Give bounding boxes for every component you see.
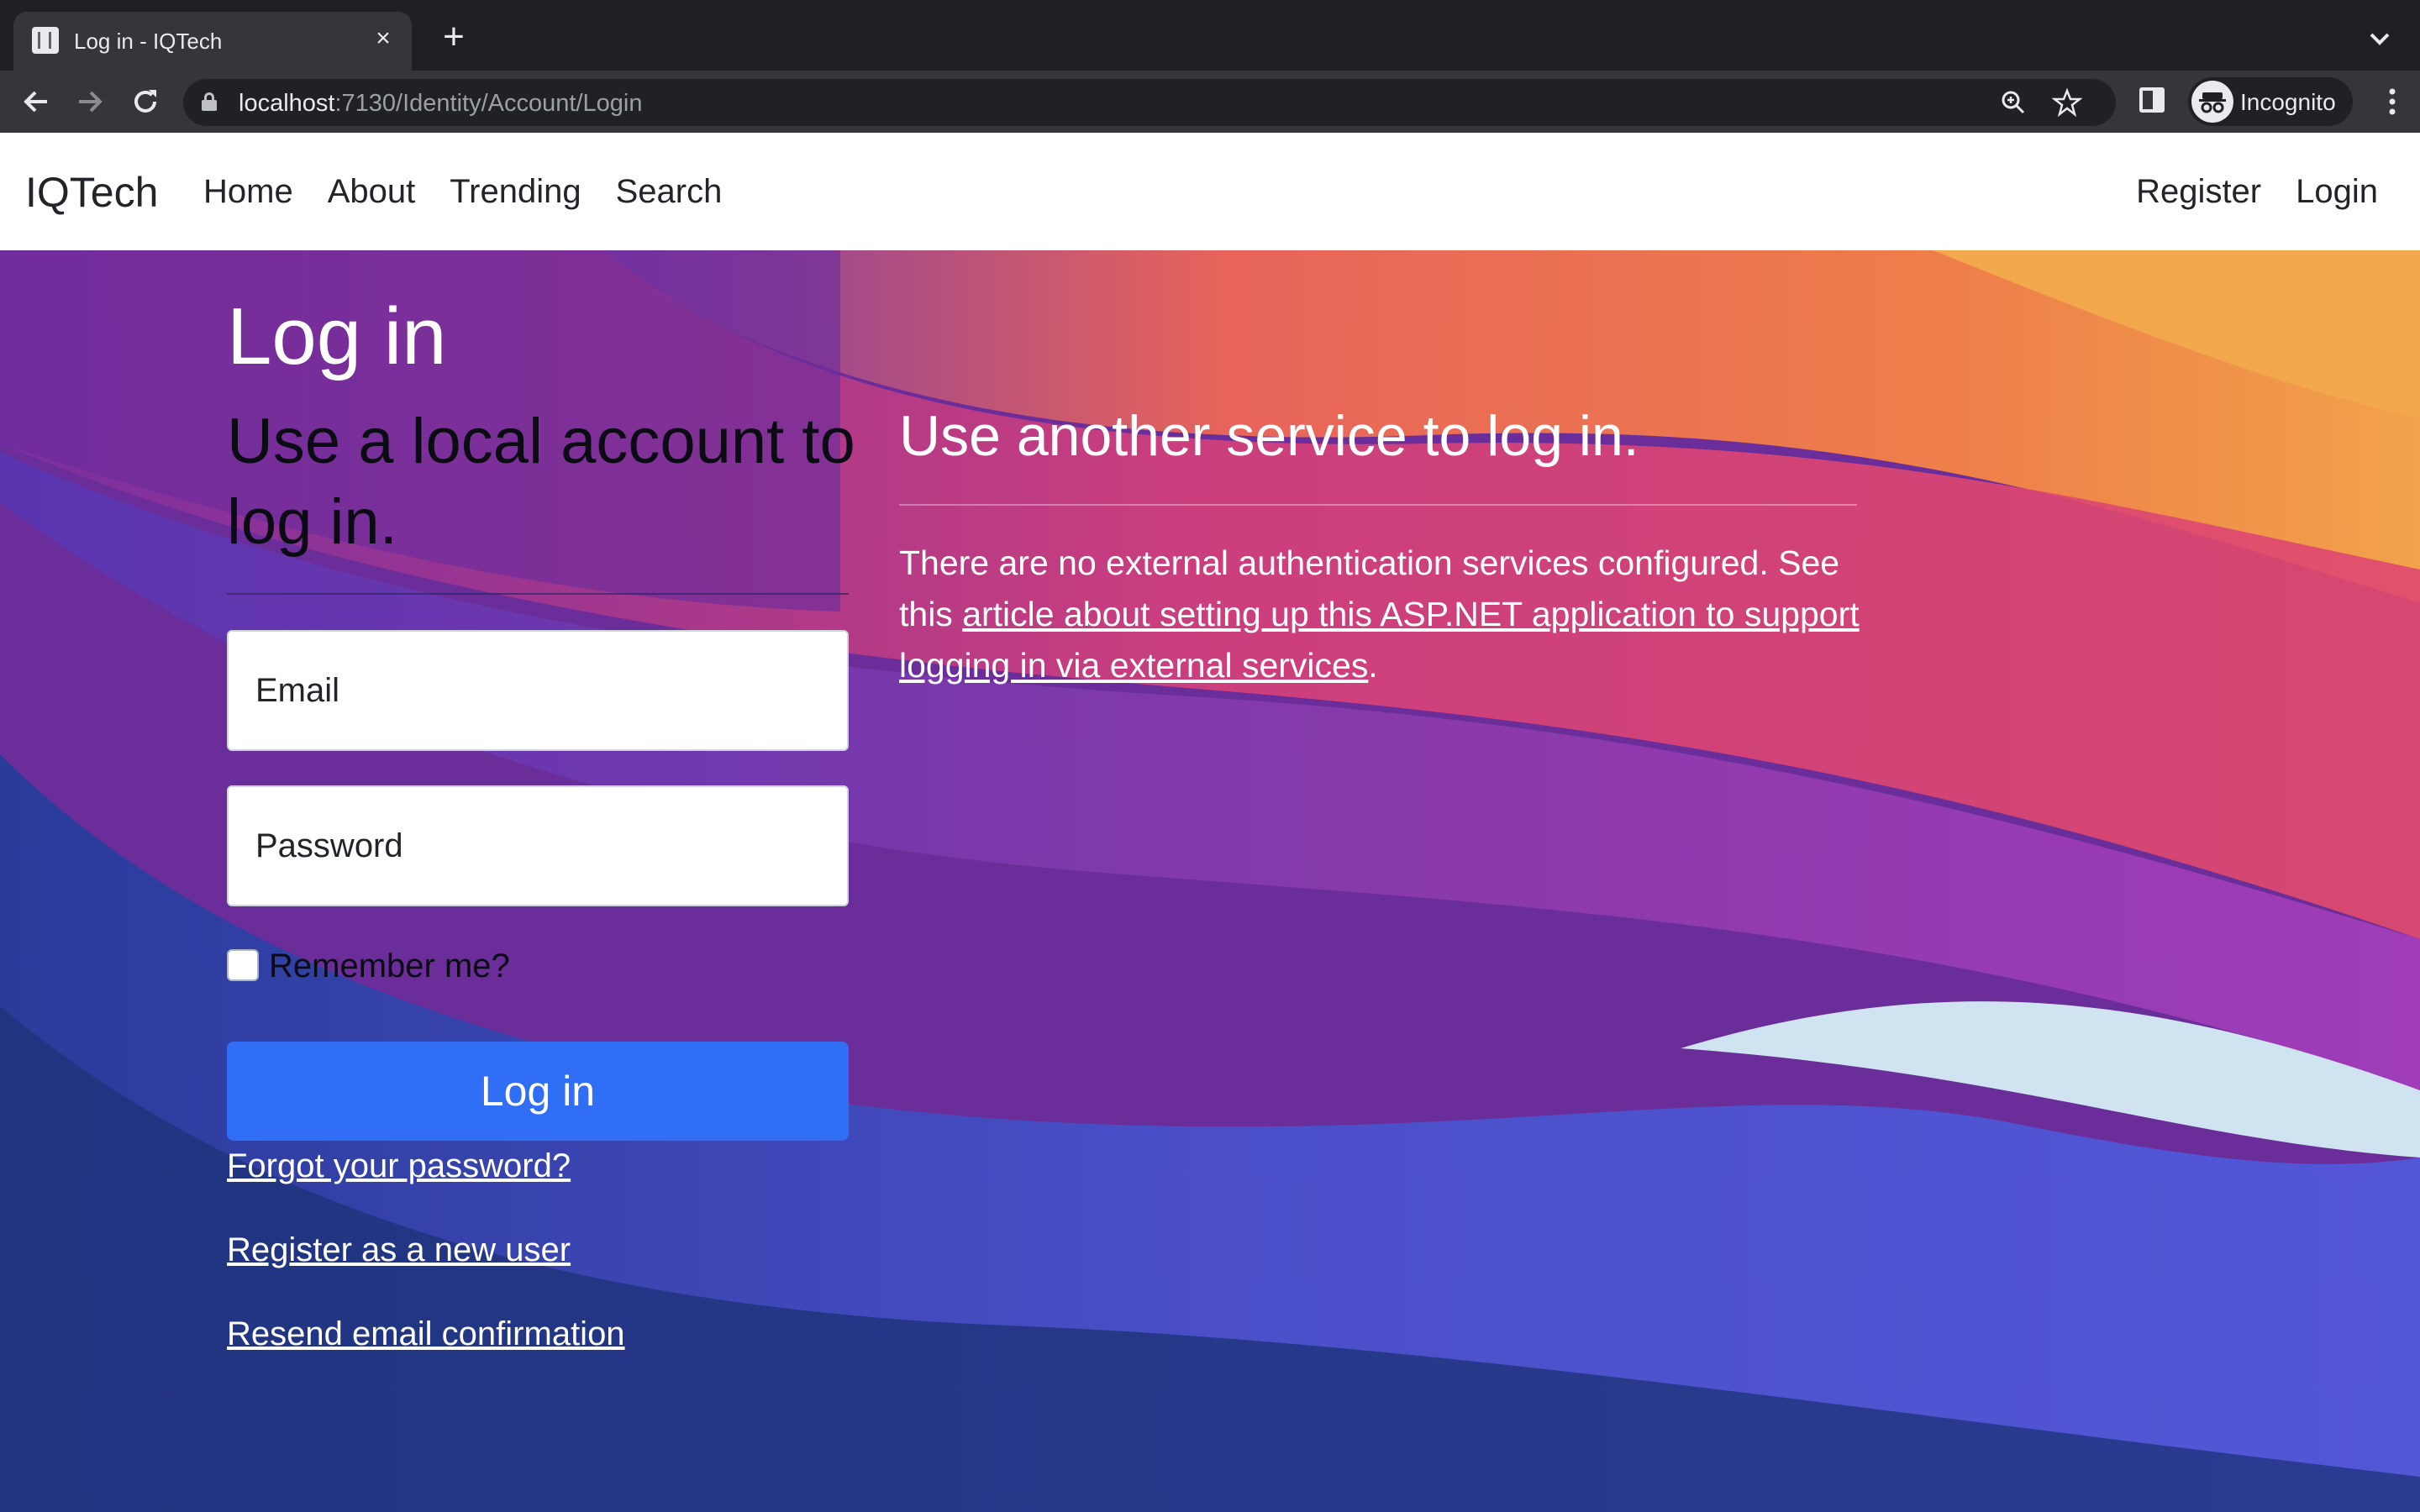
nav-link-register[interactable]: Register	[2136, 173, 2261, 211]
nav-link-home[interactable]: Home	[203, 173, 293, 211]
tab-strip: Log in - IQTech × +	[0, 0, 2420, 71]
url-text[interactable]: localhost:7130/Identity/Account/Login	[239, 90, 642, 118]
forgot-password-link[interactable]: Forgot your password?	[227, 1147, 571, 1185]
email-floating-label: Email	[255, 672, 340, 709]
browser-tab-active[interactable]: Log in - IQTech ×	[13, 12, 412, 71]
remember-me-checkbox[interactable]	[227, 949, 259, 981]
site-navbar: IQTech Home About Trending Search Regist…	[0, 133, 2420, 251]
login-submit-button[interactable]: Log in	[227, 1042, 849, 1141]
incognito-icon	[2191, 81, 2233, 123]
browser-toolbar: localhost:7130/Identity/Account/Login In…	[0, 71, 2420, 133]
password-field[interactable]: Password	[227, 785, 849, 906]
profile-label: Incognito	[2240, 89, 2336, 115]
new-tab-icon[interactable]: +	[435, 18, 472, 57]
brand-link[interactable]: IQTech	[25, 168, 158, 217]
forward-arrow-icon[interactable]	[71, 82, 109, 121]
email-field[interactable]: Email	[227, 630, 849, 751]
side-panel-icon[interactable]	[2139, 87, 2165, 113]
back-arrow-icon[interactable]	[17, 82, 55, 121]
login-page: Log in Use a local account to log in. Em…	[0, 250, 2420, 1512]
nav-link-trending[interactable]: Trending	[450, 173, 581, 211]
zoom-icon[interactable]	[1998, 87, 2028, 118]
local-account-heading: Use a local account to log in.	[227, 406, 855, 558]
page-favicon-icon	[32, 27, 59, 54]
register-new-user-link[interactable]: Register as a new user	[227, 1231, 571, 1269]
external-auth-article-link[interactable]: article about setting up this ASP.NET ap…	[899, 595, 1860, 685]
account-nav: Register Login	[2102, 173, 2378, 211]
page-title: Log in	[227, 291, 447, 381]
address-bar[interactable]: localhost:7130/Identity/Account/Login	[183, 79, 2116, 126]
nav-link-login[interactable]: Login	[2296, 173, 2378, 211]
browser-menu-icon[interactable]	[2380, 82, 2405, 121]
nav-link-about[interactable]: About	[328, 173, 416, 211]
incognito-profile-button[interactable]: Incognito	[2188, 77, 2353, 126]
lock-icon[interactable]	[202, 92, 217, 111]
external-login-heading: Use another service to log in.	[899, 404, 1639, 468]
bookmark-star-icon[interactable]	[2051, 87, 2083, 118]
tab-search-chevron-icon[interactable]	[2363, 22, 2396, 55]
resend-confirmation-link[interactable]: Resend email confirmation	[227, 1315, 625, 1353]
divider-right	[899, 504, 1857, 506]
nav-link-search[interactable]: Search	[616, 173, 723, 211]
browser-chrome: Log in - IQTech × + localhost:7130/Ident…	[0, 0, 2420, 133]
reload-icon[interactable]	[126, 82, 165, 121]
divider-left	[227, 593, 849, 595]
external-login-message: There are no external authentication ser…	[899, 543, 1860, 685]
remember-me-label[interactable]: Remember me?	[269, 948, 510, 985]
password-floating-label: Password	[255, 827, 403, 864]
primary-nav: Home About Trending Search	[203, 173, 756, 211]
tab-title: Log in - IQTech	[74, 29, 223, 54]
close-tab-icon[interactable]: ×	[368, 24, 398, 54]
